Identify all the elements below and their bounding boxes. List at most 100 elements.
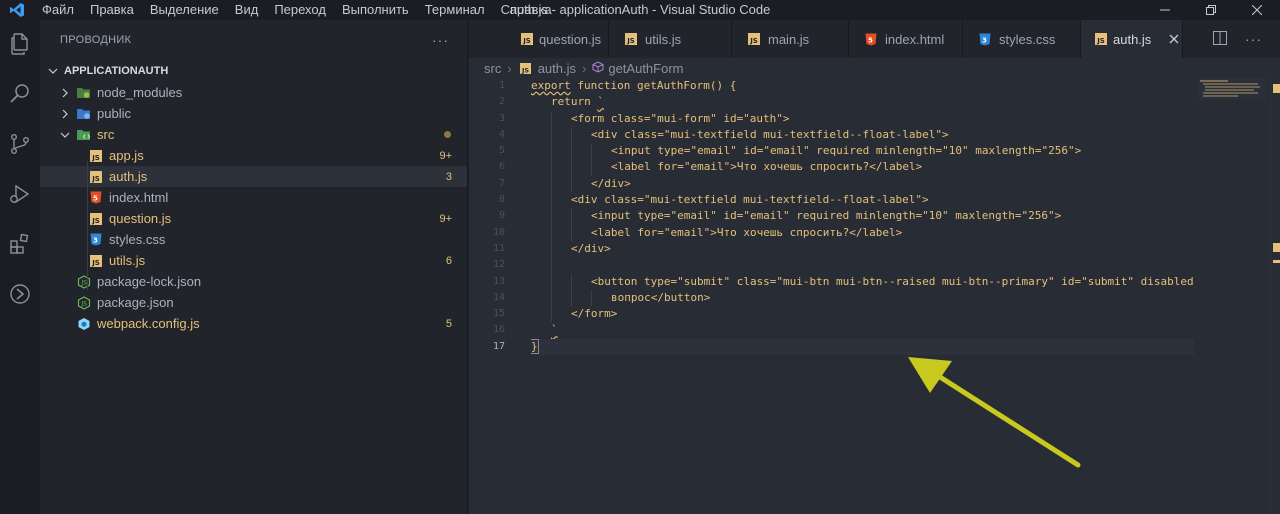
code-line[interactable]: return ` [531,94,1194,110]
explorer-activity-button[interactable] [0,20,40,70]
code-text: <input type="email" id="email" required … [611,144,1082,158]
menu-item[interactable]: Справка [493,0,560,20]
tree-item-label: node_modules [97,85,183,100]
extensions-activity-button[interactable] [0,220,40,270]
chevron-right-icon: › [507,60,512,76]
editor-tab[interactable]: JS auth.js [1081,20,1183,58]
code-line[interactable]: </div> [531,175,1194,193]
indent-guide [551,143,571,160]
editor-tabs: JS question.js JS utils.js JS main.js 5 index.h… [469,20,1280,58]
run-debug-activity-button[interactable] [0,170,40,220]
code-line[interactable]: <input type="email" id="email" required … [531,143,1194,160]
indent-guide [551,289,571,307]
breadcrumb-symbol[interactable]: getAuthForm [608,61,683,76]
menu-bar: Файл Правка Выделение Вид Переход Выполнить Те… [34,0,560,20]
indent-guide [591,143,611,160]
menu-item[interactable]: Вид [227,0,267,20]
code-line[interactable]: <button type="submit" class="mui-btn mui… [531,273,1194,290]
tree-file[interactable]: webpack.config.js 5 [40,313,467,334]
editor-tab[interactable]: JS utils.js [609,20,732,58]
tree-file[interactable]: JS utils.js 6 [40,250,467,271]
menu-item[interactable]: Переход [266,0,334,20]
editor-tab[interactable]: 5 index.html [849,20,963,58]
remote-activity-button[interactable] [0,270,40,320]
symbol-method-icon [592,60,604,76]
tree-file[interactable]: 3 styles.css [40,229,467,250]
tree-file[interactable]: JS app.js 9+ [40,145,467,166]
svg-text:5: 5 [93,195,98,203]
code-line[interactable]: <input type="email" id="email" required … [531,208,1194,225]
menu-item[interactable]: Терминал [417,0,493,20]
tree-folder[interactable]: node_modules [40,82,467,103]
code-line[interactable]: export function getAuthForm() { [531,78,1194,94]
indent-guide [551,306,571,323]
indent-guide [531,208,551,224]
js-file-icon: JS [746,31,762,47]
line-number: 5 [498,145,505,157]
close-icon [1251,3,1263,18]
tree-file[interactable]: JS question.js 9+ [40,208,467,229]
tab-label: main.js [768,31,810,47]
tree-folder[interactable]: public [40,103,467,124]
code-line[interactable] [531,257,1194,274]
menu-item[interactable]: Правка [82,0,142,20]
menu-item[interactable]: Файл [34,0,82,20]
chevron-right-icon [58,109,72,119]
close-tab-icon[interactable] [1169,32,1179,47]
editor-scrollbar[interactable] [1270,78,1280,514]
tree-file[interactable]: JS auth.js 3 [40,166,467,187]
code-line[interactable]: <form class="mui-form" id="auth"> [531,110,1194,127]
code-editor[interactable]: 1 2 3 4 5 6 7 8 9 10 11 12 13 14 15 16 17 export functio… [469,78,1280,514]
workspace-root[interactable]: APPLICATIONAUTH [40,60,467,82]
editor-tab[interactable]: JS question.js [469,20,609,58]
editor-tab[interactable]: JS main.js [732,20,849,58]
indent-guide [87,161,88,290]
menu-item[interactable]: Выделение [142,0,227,20]
code-line[interactable]: </form> [531,306,1194,323]
tree-file[interactable]: JS package-lock.json [40,271,467,292]
code-area[interactable]: export function getAuthForm() {return ` <… [531,78,1194,514]
indent-guide [551,257,571,274]
code-line[interactable]: </div> [531,240,1194,258]
indent-guide [571,159,591,176]
code-line[interactable]: вопрос</button> [531,289,1194,307]
restore-icon [1206,3,1216,18]
code-line[interactable]: ` [531,322,1194,338]
split-editor-icon[interactable] [1213,30,1227,48]
editor-tab[interactable]: 3 styles.css [963,20,1081,58]
close-window-button[interactable] [1234,0,1280,20]
code-line[interactable]: <label for="email">Что хочешь спросить?<… [531,224,1194,241]
js-file-icon: JS [521,31,533,47]
indent-guide [531,143,551,159]
minimize-button[interactable] [1142,0,1188,20]
indent-guide [531,111,551,127]
js-file-icon: JS [88,148,104,164]
code-text: </div> [591,176,631,190]
scrollbar-warning-marker [1273,84,1280,93]
menu-item[interactable]: Выполнить [334,0,417,20]
svg-text:3: 3 [93,237,98,245]
files-icon [8,32,32,59]
line-number: 8 [498,194,505,206]
tree-folder[interactable]: src [40,124,467,145]
tree-file[interactable]: 5 index.html [40,187,467,208]
tree-file[interactable]: JS package.json [40,292,467,313]
line-number: 7 [498,177,505,189]
svg-text:3: 3 [982,36,987,44]
svg-text:JS: JS [626,37,635,45]
tree-item-label: app.js [109,148,144,163]
restore-button[interactable] [1188,0,1234,20]
source-control-activity-button[interactable] [0,120,40,170]
breadcrumb-file[interactable]: auth.js [538,61,576,76]
more-actions-icon[interactable]: ··· [1245,31,1262,47]
search-activity-button[interactable] [0,70,40,120]
code-line[interactable]: <div class="mui-textfield mui-textfield-… [531,192,1194,209]
more-actions-button[interactable]: ··· [432,32,449,48]
code-line[interactable]: } [531,338,1194,356]
code-line[interactable]: <label for="email">Что хочешь спросить?<… [531,159,1194,176]
breadcrumb-folder[interactable]: src [484,61,501,76]
minimap[interactable] [1194,78,1270,514]
code-line[interactable]: <div class="mui-textfield mui-textfield-… [531,126,1194,144]
tree-item-label: webpack.config.js [97,316,200,331]
indent-guide [551,192,571,209]
